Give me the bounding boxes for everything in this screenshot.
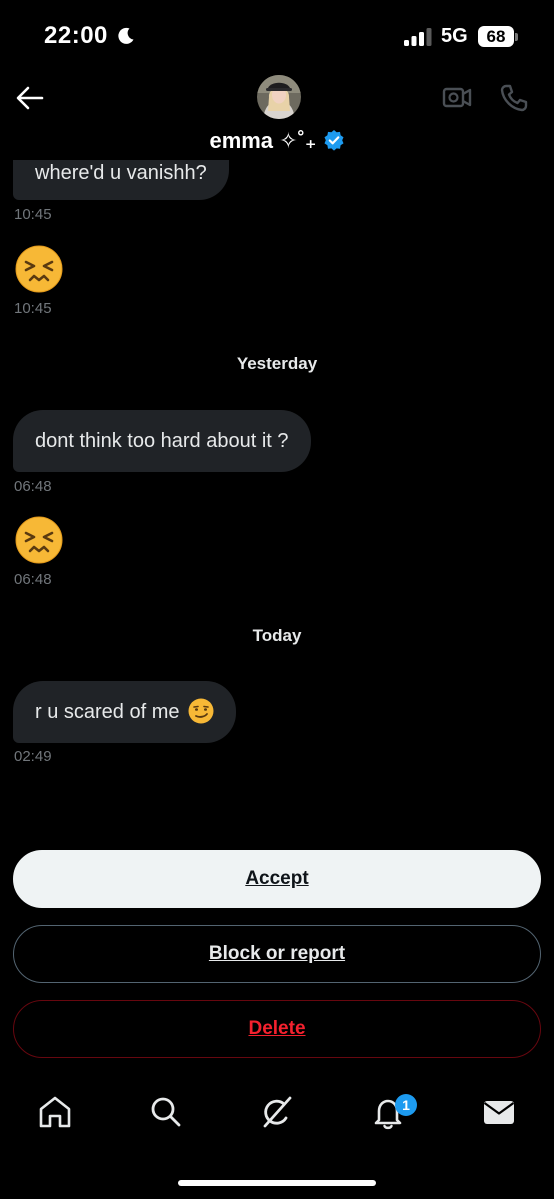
moon-icon xyxy=(118,27,134,44)
accept-button[interactable]: Accept xyxy=(13,850,541,908)
message-text: where'd u vanishh? xyxy=(35,162,207,184)
messages-icon[interactable] xyxy=(479,1092,519,1132)
display-name[interactable]: emma ✧˚₊ xyxy=(0,128,554,154)
display-name-text: emma ✧˚₊ xyxy=(209,128,317,153)
message-time: 06:48 xyxy=(14,478,52,495)
delete-button[interactable]: Delete xyxy=(13,1000,541,1058)
day-separator: Today xyxy=(252,626,302,645)
signal-icon xyxy=(404,28,432,46)
message-time: 02:49 xyxy=(14,748,52,765)
notification-badge: 1 xyxy=(395,1094,417,1116)
message-time: 06:48 xyxy=(14,571,52,588)
smirking-face-icon xyxy=(188,698,214,724)
battery-indicator: 68 xyxy=(478,26,514,47)
grok-icon[interactable] xyxy=(257,1092,297,1132)
message-time: 10:45 xyxy=(14,300,52,317)
day-separator: Yesterday xyxy=(236,354,318,373)
confounded-face-icon[interactable] xyxy=(15,516,63,564)
video-call-icon[interactable] xyxy=(440,82,474,112)
message-bubble[interactable]: r u scared of me xyxy=(13,681,236,743)
battery-tip xyxy=(515,33,518,41)
verified-badge-icon xyxy=(324,130,344,151)
message-text: dont think too hard about it ? xyxy=(35,430,289,452)
back-arrow-icon[interactable] xyxy=(12,80,48,116)
status-bar: 22:00 5G 68 xyxy=(0,0,554,70)
message-time: 10:45 xyxy=(14,206,52,223)
block-or-report-button[interactable]: Block or report xyxy=(13,925,541,983)
message-bubble[interactable]: where'd u vanishh? xyxy=(13,160,229,200)
network-type: 5G xyxy=(441,25,468,47)
message-text: r u scared of me xyxy=(35,701,180,723)
home-icon[interactable] xyxy=(35,1092,75,1132)
message-bubble[interactable]: dont think too hard about it ? xyxy=(13,410,311,472)
search-icon[interactable] xyxy=(146,1092,186,1132)
home-indicator[interactable] xyxy=(178,1180,376,1186)
conversation[interactable]: where'd u vanishh? 10:45 10:45 Yesterday… xyxy=(0,160,554,840)
confounded-face-icon[interactable] xyxy=(15,245,63,293)
bottom-nav xyxy=(0,1082,554,1152)
avatar[interactable] xyxy=(257,75,301,119)
phone-icon[interactable] xyxy=(498,82,530,114)
status-time: 22:00 xyxy=(44,22,108,49)
